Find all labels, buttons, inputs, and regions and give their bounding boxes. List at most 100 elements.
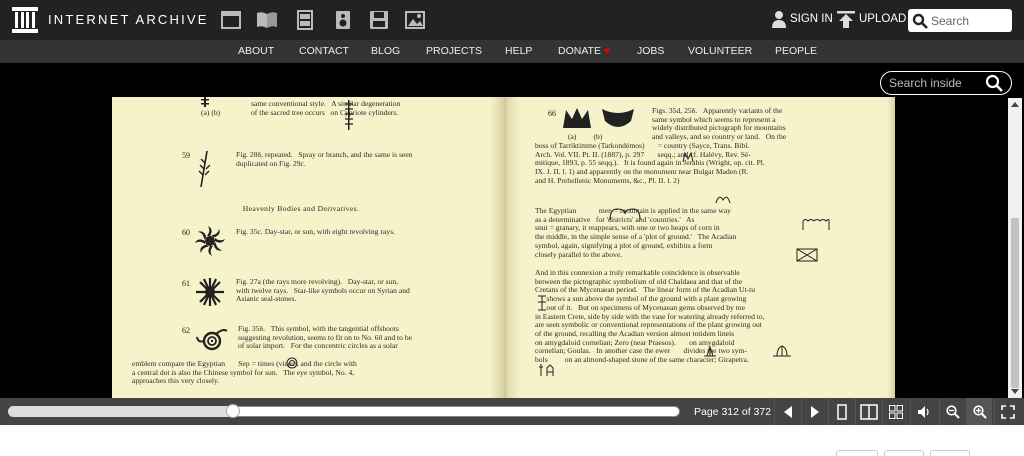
scroll-down-icon[interactable] <box>1011 389 1019 395</box>
below-viewer-area <box>0 425 1024 456</box>
vase-symbol-icon <box>539 364 554 376</box>
zoom-in-button[interactable] <box>966 398 992 425</box>
action-button-3[interactable] <box>930 450 970 456</box>
scrollbar-thumb[interactable] <box>1011 218 1019 388</box>
twelve-ray-star-icon <box>196 278 224 306</box>
texts-icon[interactable] <box>256 10 278 30</box>
upload-label: UPLOAD <box>859 13 907 25</box>
book-controls: Page 312 of 372 <box>0 398 1024 425</box>
page-edge <box>887 97 895 398</box>
granary-icon <box>802 219 830 230</box>
page-slider-progress <box>8 406 234 417</box>
fullscreen-button[interactable] <box>994 398 1020 425</box>
one-page-view-button[interactable] <box>828 398 854 425</box>
right-paragraph-4: And in this connexion a truly remarkable… <box>535 268 765 365</box>
nav-volunteer[interactable]: VOLUNTEER <box>688 45 752 57</box>
spiral-sun-icon <box>196 329 228 351</box>
search-inside-input[interactable] <box>889 76 985 90</box>
sign-in-link[interactable]: SIGN IN <box>771 10 833 28</box>
country-glyph-icon <box>682 151 694 163</box>
nav-help[interactable]: HELP <box>505 45 532 57</box>
entry-66-number: 66 <box>548 109 556 118</box>
book-viewer: (a) (b) same conventional style. A simil… <box>0 63 1024 398</box>
flip-left-button[interactable] <box>774 398 800 425</box>
acadian-plot-icon <box>796 248 818 262</box>
page-indicator: Page 312 of 372 <box>694 406 772 418</box>
sep-circle-icon <box>286 357 298 369</box>
archive-logo-icon[interactable] <box>11 6 39 34</box>
search-inside[interactable] <box>880 71 1012 95</box>
entry-61-text: Fig. 27a (the rays more revolving). Day-… <box>236 277 410 304</box>
entry-59-text: Fig. 28δ, repeated. Spray or branch, and… <box>236 150 413 168</box>
audio-icon[interactable] <box>332 10 354 30</box>
nav-jobs[interactable]: JOBS <box>637 45 664 57</box>
page-slider-handle[interactable] <box>226 404 241 418</box>
entry-62-text-a: Fig. 35δ. This symbol, with the tangenti… <box>238 324 413 351</box>
nav-projects[interactable]: PROJECTS <box>426 45 482 57</box>
zoom-in-icon <box>972 404 987 419</box>
eight-ray-sun-icon <box>195 226 225 256</box>
one-page-icon <box>836 403 847 420</box>
user-icon <box>772 11 786 28</box>
nav-donate-label: DONATE <box>558 45 601 57</box>
software-icon[interactable] <box>368 10 390 30</box>
mountain-glyph-b-icon <box>602 109 634 127</box>
mountain-glyph-a-icon <box>563 108 591 128</box>
two-page-icon <box>859 403 878 420</box>
right-paragraph-1: Figs. 35d, 25δ. Apparently variants of t… <box>652 106 787 142</box>
spray-branch-icon <box>198 150 210 187</box>
images-icon[interactable] <box>404 10 426 30</box>
flip-right-button[interactable] <box>801 398 827 425</box>
zoom-out-icon <box>945 404 960 419</box>
action-button-1[interactable] <box>836 450 878 456</box>
top-bar: INTERNET ARCHIVE SIGN IN UPLOAD Search <box>0 0 1024 40</box>
nav-donate[interactable]: DONATE ♥ <box>558 45 610 57</box>
nav-people[interactable]: PEOPLE <box>775 45 817 57</box>
entry-61-number: 61 <box>182 279 190 288</box>
thumbnails-icon <box>888 404 903 419</box>
entry-62-text-b: emblem compare the Egyptian Sep = times … <box>132 359 357 386</box>
top-fig-labels: (a) (b) <box>201 108 221 117</box>
ut-tu-sun-icon <box>538 295 546 311</box>
book-gutter <box>490 97 520 398</box>
search-input[interactable] <box>931 13 1007 28</box>
book-spread[interactable]: (a) (b) same conventional style. A simil… <box>112 97 895 398</box>
ewer-plant-icon <box>704 345 716 357</box>
nav-about[interactable]: ABOUT <box>238 45 274 57</box>
vertical-scrollbar[interactable] <box>1008 98 1022 398</box>
nav-blog[interactable]: BLOG <box>371 45 400 57</box>
flip-right-icon <box>810 405 819 418</box>
read-aloud-icon <box>917 405 929 418</box>
top-text: same conventional style. A similar degen… <box>251 99 401 117</box>
search-icon[interactable] <box>912 13 928 29</box>
section-heading: Heavenly Bodies and Derivatives. <box>242 204 360 213</box>
site-search[interactable] <box>908 9 1012 32</box>
plant-ground-icon <box>773 345 791 357</box>
upload-link[interactable]: UPLOAD <box>836 10 906 28</box>
entry-62-number: 62 <box>182 326 190 335</box>
action-button-2[interactable] <box>884 450 924 456</box>
thumbnail-view-button[interactable] <box>882 398 908 425</box>
video-icon[interactable] <box>294 10 316 30</box>
upload-icon <box>837 11 855 28</box>
search-inside-icon[interactable] <box>985 74 1003 92</box>
tree-glyph-icon <box>201 97 209 107</box>
heart-icon: ♥ <box>603 46 610 57</box>
right-paragraph-2: boss of Tarriktimme (Tarkondémos) = coun… <box>535 141 765 185</box>
egyptian-mountain-icon <box>609 208 641 221</box>
nav-bar: ABOUT CONTACT BLOG PROJECTS HELP DONATE … <box>0 40 1024 63</box>
entry-59-number: 59 <box>182 151 190 160</box>
entry-60-number: 60 <box>182 228 190 237</box>
web-icon[interactable] <box>220 10 242 30</box>
entry-60-text: Fig. 35c. Day-star, or sun, with eight r… <box>236 227 395 236</box>
scroll-up-icon[interactable] <box>1011 101 1019 107</box>
zoom-out-button[interactable] <box>939 398 965 425</box>
sign-in-label: SIGN IN <box>790 13 833 25</box>
brand-name[interactable]: INTERNET ARCHIVE <box>48 12 209 27</box>
read-aloud-button[interactable] <box>910 398 936 425</box>
fullscreen-icon <box>1000 404 1015 419</box>
two-page-view-button[interactable] <box>855 398 881 425</box>
mountain-small-icon <box>715 196 731 204</box>
nav-contact[interactable]: CONTACT <box>299 45 349 57</box>
flip-left-icon <box>783 405 792 418</box>
